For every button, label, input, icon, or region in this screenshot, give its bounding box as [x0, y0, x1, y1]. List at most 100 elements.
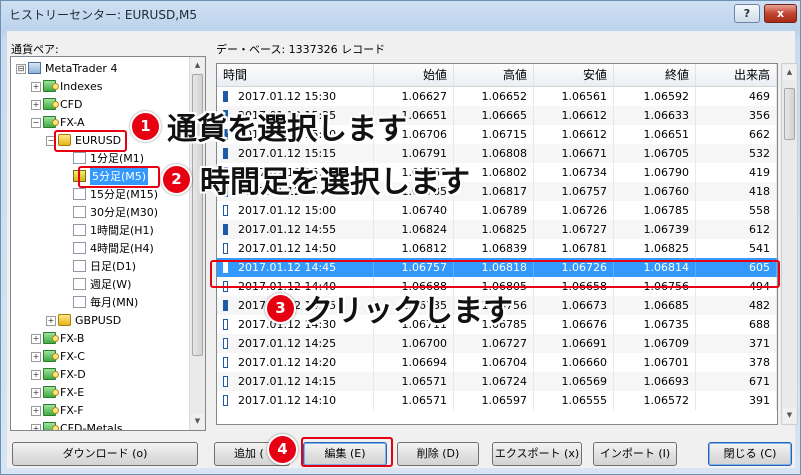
cell-low: 1.06726 — [534, 201, 614, 220]
tree-node-label: 15分足(M15) — [90, 188, 159, 201]
close-dialog-button[interactable]: 閉じる (C) — [708, 442, 792, 466]
cell-volume: 494 — [696, 277, 777, 296]
cell-text: 688 — [749, 318, 770, 331]
cell-text: 1.06571 — [401, 375, 448, 388]
table-row[interactable]: 2017.01.12 14:50 1.06812 1.06839 1.06781 1.0… — [217, 239, 777, 258]
cell-close: 1.06685 — [614, 296, 696, 315]
table-scroll-thumb[interactable] — [784, 88, 795, 140]
cell-high: 1.06724 — [454, 372, 534, 391]
cell-close: 1.06633 — [614, 106, 696, 125]
cell-text: 612 — [749, 223, 770, 236]
tree-expander-icon[interactable]: + — [31, 82, 41, 92]
column-header-high[interactable]: 高値 — [454, 64, 534, 86]
cell-high: 1.06727 — [454, 334, 534, 353]
tree-node-label: FX-A — [60, 116, 85, 129]
tree-expander-icon[interactable]: + — [31, 334, 41, 344]
cell-text: 1.06633 — [643, 109, 690, 122]
tree-expander-icon[interactable]: − — [31, 118, 41, 128]
cell-volume: 662 — [696, 125, 777, 144]
cell-text: 1.06652 — [481, 90, 528, 103]
table-row[interactable]: 2017.01.12 14:10 1.06571 1.06597 1.06555 1.0… — [217, 391, 777, 410]
table-row[interactable]: 2017.01.12 14:55 1.06824 1.06825 1.06727 1.0… — [217, 220, 777, 239]
column-header-time[interactable]: 時間 — [217, 64, 374, 86]
cell-text: 1.06705 — [643, 147, 690, 160]
table-row[interactable]: 2017.01.12 14:15 1.06571 1.06724 1.06569 1.0… — [217, 372, 777, 391]
download-button[interactable]: ダウンロード (o) — [12, 442, 198, 466]
tree-expander-icon[interactable]: + — [31, 424, 41, 430]
tree-node-label: 毎月(MN) — [90, 296, 139, 309]
cell-text: 1.06814 — [643, 261, 690, 274]
tree-expander-icon[interactable]: + — [31, 406, 41, 416]
cell-close: 1.06739 — [614, 220, 696, 239]
window-close-button[interactable]: x — [764, 4, 797, 23]
tree-scroll-down-icon[interactable]: ▼ — [191, 414, 204, 429]
terminal-icon — [28, 62, 41, 74]
cell-text: 1.06651 — [401, 109, 448, 122]
table-scrollbar[interactable]: ▲ ▼ — [781, 63, 798, 425]
cell-text: 482 — [749, 299, 770, 312]
cell-text: 1.06724 — [481, 375, 528, 388]
column-header-volume[interactable]: 出来高 — [696, 64, 777, 86]
delete-button[interactable]: 削除 (D) — [397, 442, 479, 466]
edit-button[interactable]: 編集 (E) — [303, 442, 387, 466]
symbol-icon — [58, 134, 71, 146]
table-scroll-up-icon[interactable]: ▲ — [783, 65, 796, 80]
cell-text: 1.06739 — [643, 223, 690, 236]
tree-expander-icon[interactable]: + — [31, 100, 41, 110]
column-header-low[interactable]: 安値 — [534, 64, 614, 86]
title-bar[interactable]: ヒストリーセンター: EURUSD,M5 ? x — [1, 1, 800, 27]
folder-icon — [43, 350, 59, 362]
cell-open: 1.06812 — [374, 239, 454, 258]
cell-close: 1.06760 — [614, 182, 696, 201]
table-row[interactable]: 2017.01.12 14:20 1.06694 1.06704 1.06660 1.0… — [217, 353, 777, 372]
cell-text: 1.06658 — [561, 280, 608, 293]
tree-node-label: MetaTrader 4 — [45, 62, 118, 75]
cell-text: 391 — [749, 394, 770, 407]
tree-expander-icon[interactable]: ⊟ — [16, 64, 26, 74]
help-button[interactable]: ? — [734, 4, 760, 23]
cell-close: 1.06735 — [614, 315, 696, 334]
tree-expander-icon[interactable]: + — [31, 352, 41, 362]
cell-text: 1.06651 — [643, 128, 690, 141]
cell-open: 1.06571 — [374, 372, 454, 391]
tree-expander-icon[interactable]: + — [31, 388, 41, 398]
tree-scroll-up-icon[interactable]: ▲ — [191, 58, 204, 73]
cell-text: 494 — [749, 280, 770, 293]
cell-text: 1.06673 — [561, 299, 608, 312]
cell-text: 2017.01.12 14:55 — [238, 223, 337, 236]
tree-expander-icon[interactable]: + — [46, 316, 56, 326]
cell-volume: 688 — [696, 315, 777, 334]
cell-low: 1.06757 — [534, 182, 614, 201]
tree-node-label: 1時間足(H1) — [90, 224, 154, 237]
tree-node-label: CFD-Metals — [60, 422, 123, 431]
cell-text: 418 — [749, 185, 770, 198]
cell-high: 1.06818 — [454, 258, 534, 277]
export-button[interactable]: エクスポート (x) — [492, 442, 582, 466]
table-row[interactable]: 2017.01.12 15:00 1.06740 1.06789 1.06726 1.0… — [217, 201, 777, 220]
import-button[interactable]: インポート (I) — [593, 442, 677, 466]
column-header-close[interactable]: 終値 — [614, 64, 696, 86]
symbol-icon — [58, 314, 71, 326]
cell-open: 1.06700 — [374, 334, 454, 353]
tree-expander-icon[interactable]: + — [31, 370, 41, 380]
tree-expander-icon[interactable]: − — [46, 136, 56, 146]
cell-text: 2017.01.12 15:30 — [238, 90, 337, 103]
cell-high: 1.06665 — [454, 106, 534, 125]
cell-text: 1.06627 — [401, 90, 448, 103]
cell-high: 1.06597 — [454, 391, 534, 410]
cell-high: 1.06789 — [454, 201, 534, 220]
tree-node-label: FX-D — [60, 368, 86, 381]
column-header-open[interactable]: 始値 — [374, 64, 454, 86]
cell-low: 1.06569 — [534, 372, 614, 391]
timeframe-selected-icon — [73, 170, 86, 182]
cell-text: 541 — [749, 242, 770, 255]
cell-text: 1.06757 — [561, 185, 608, 198]
table-row[interactable]: 2017.01.12 14:25 1.06700 1.06727 1.06691 1.0… — [217, 334, 777, 353]
annotation-text-2: 時間足を選択します — [200, 165, 470, 200]
cell-text: 1.06660 — [561, 356, 608, 369]
table-row-selected[interactable]: 2017.01.12 14:45 1.06757 1.06818 1.06726 1.0… — [217, 258, 777, 277]
tree-node-label: Indexes — [60, 80, 103, 93]
tree-node-label: 4時間足(H4) — [90, 242, 154, 255]
table-scroll-down-icon[interactable]: ▼ — [783, 408, 796, 423]
cell-low: 1.06727 — [534, 220, 614, 239]
